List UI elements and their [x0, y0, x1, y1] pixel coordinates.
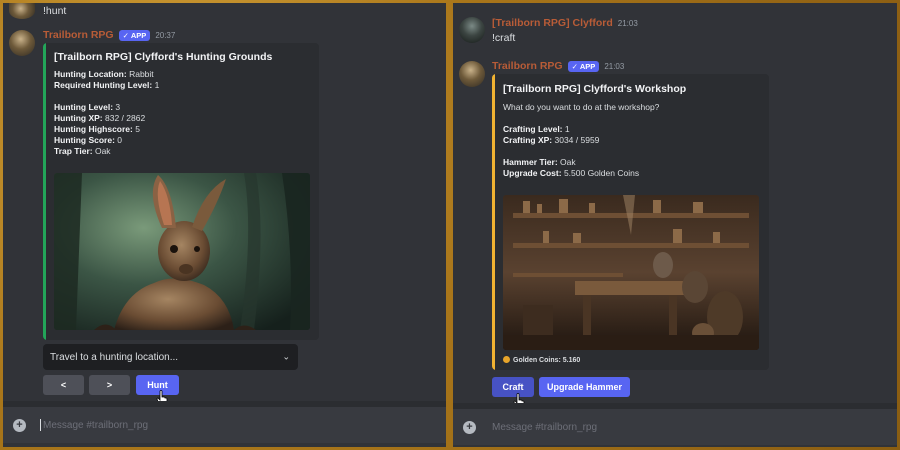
app-badge: ✓ APP — [567, 60, 600, 72]
gold-coin-icon — [503, 356, 510, 363]
checkmark-icon: ✓ — [571, 61, 578, 71]
field-crafting-xp: Crafting XP: 3034 / 5959 — [503, 135, 600, 145]
user-message-text: !craft — [492, 32, 516, 44]
embed-accent-bar — [492, 74, 495, 370]
right-chat-panel: [Trailborn RPG] Clyfford 21:03 !craft Tr… — [453, 3, 897, 447]
embed-footer: Golden Coins: 5.160 — [503, 356, 580, 364]
field-hunting-score: Hunting Score: 0 — [54, 135, 123, 145]
bot-avatar[interactable] — [9, 30, 35, 56]
user-message-timestamp: 21:03 — [617, 18, 638, 28]
footer-label: Golden Coins: 5.160 — [513, 357, 581, 364]
app-badge: ✓ APP — [118, 29, 151, 41]
workshop-embed: [Trailborn RPG] Clyfford's Workshop What… — [492, 74, 769, 370]
workshop-image[interactable] — [503, 195, 759, 350]
chevron-down-icon: ⌄ — [282, 351, 290, 362]
embed-title: [Trailborn RPG] Clyfford's Hunting Groun… — [54, 51, 273, 63]
bot-author-name[interactable]: Trailborn RPG — [492, 60, 563, 72]
hunting-embed: [Trailborn RPG] Clyfford's Hunting Groun… — [43, 43, 319, 340]
user-avatar[interactable] — [459, 17, 485, 43]
field-upgrade-cost: Upgrade Cost: 5.500 Golden Coins — [503, 168, 640, 178]
previous-message-text: !hunt — [43, 5, 67, 17]
field-required-level: Required Hunting Level: 1 — [54, 80, 160, 90]
bot-author-name[interactable]: Trailborn RPG — [43, 29, 114, 41]
message-timestamp: 20:37 — [155, 30, 176, 40]
field-hunting-xp: Hunting XP: 832 / 2862 — [54, 113, 146, 123]
bot-avatar[interactable] — [459, 61, 485, 87]
embed-description: What do you want to do at the workshop? — [503, 102, 660, 112]
message-input[interactable]: Message #trailborn_rpg — [43, 420, 148, 431]
previous-button[interactable]: < — [43, 375, 84, 395]
text-caret — [40, 419, 41, 431]
field-hammer-tier: Hammer Tier: Oak — [503, 157, 576, 167]
embed-title: [Trailborn RPG] Clyfford's Workshop — [503, 83, 687, 95]
add-attachment-icon[interactable]: + — [13, 418, 26, 432]
rabbit-image[interactable] — [54, 173, 310, 330]
upgrade-hammer-button[interactable]: Upgrade Hammer — [539, 377, 630, 397]
message-composer: + Message #trailborn_rpg — [3, 401, 446, 443]
bot-message-timestamp: 21:03 — [604, 61, 625, 71]
embed-fields: Hunting Location: Rabbit Required Huntin… — [54, 69, 159, 157]
field-crafting-level: Crafting Level: 1 — [503, 124, 570, 134]
hunting-location-select[interactable]: Travel to a hunting location... ⌄ — [43, 344, 298, 370]
field-trap-tier: Trap Tier: Oak — [54, 146, 111, 156]
field-hunting-location: Hunting Location: Rabbit — [54, 69, 154, 79]
next-button[interactable]: > — [89, 375, 130, 395]
embed-accent-bar — [43, 43, 46, 340]
checkmark-icon: ✓ — [122, 30, 129, 40]
add-attachment-icon[interactable]: + — [463, 420, 476, 434]
message-input[interactable]: Message #trailborn_rpg — [492, 422, 597, 433]
message-composer: + Message #trailborn_rpg — [453, 403, 897, 445]
select-placeholder: Travel to a hunting location... — [50, 351, 179, 363]
embed-fields: What do you want to do at the workshop? … — [503, 102, 659, 179]
user-author-name[interactable]: [Trailborn RPG] Clyfford — [492, 17, 613, 29]
field-hunting-level: Hunting Level: 3 — [54, 102, 121, 112]
left-chat-panel: !hunt Trailborn RPG ✓ APP 20:37 [Trailbor… — [3, 3, 446, 447]
user-message-header: [Trailborn RPG] Clyfford 21:03 — [492, 17, 638, 29]
bot-message-header: Trailborn RPG ✓ APP 21:03 — [492, 60, 624, 72]
app-badge-label: APP — [130, 30, 147, 40]
app-badge-label: APP — [579, 61, 596, 71]
message-header: Trailborn RPG ✓ APP 20:37 — [43, 29, 175, 41]
previous-user-avatar[interactable] — [9, 3, 35, 19]
field-hunting-highscore: Hunting Highscore: 5 — [54, 124, 140, 134]
